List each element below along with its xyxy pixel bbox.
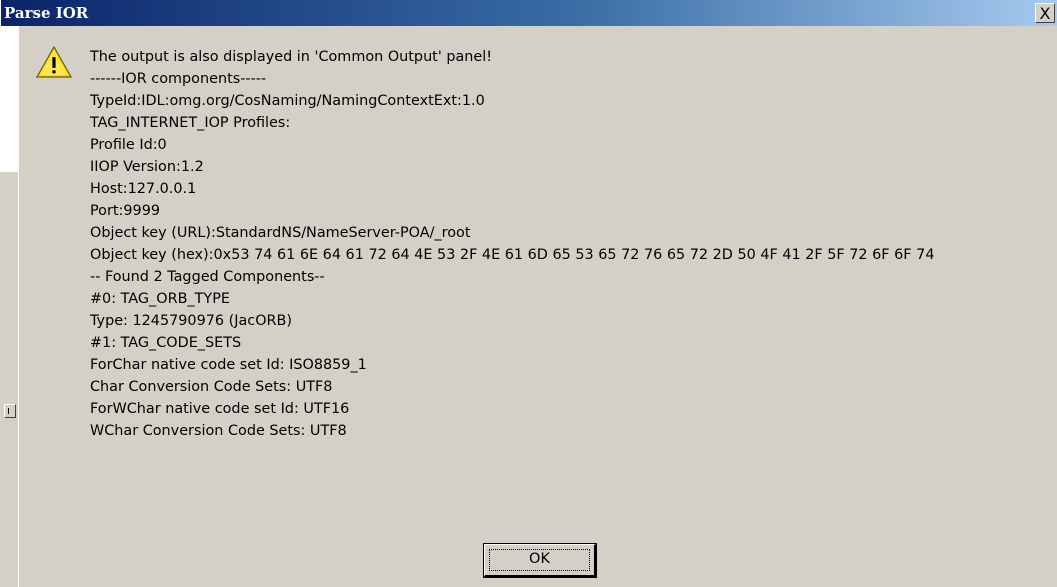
background-scroll-button[interactable] [4, 404, 16, 418]
message-line: Type: 1245790976 (JacORB) [90, 313, 293, 329]
message-line: Host:127.0.0.1 [90, 181, 197, 197]
message-line: -- Found 2 Tagged Components-- [90, 269, 325, 285]
background-window [0, 172, 19, 587]
message-line: ------IOR components----- [90, 71, 267, 87]
parse-ior-dialog: Parse IOR X The output is also displayed… [1, 0, 1057, 587]
message-text: The output is also displayed in 'Common … [90, 46, 1055, 442]
message-line: WChar Conversion Code Sets: UTF8 [90, 423, 347, 439]
close-icon: X [1039, 4, 1051, 23]
message-line: #1: TAG_CODE_SETS [90, 335, 242, 351]
message-line: ForWChar native code set Id: UTF16 [90, 401, 350, 417]
message-line: Object key (URL):StandardNS/NameServer-P… [90, 225, 471, 241]
title-bar[interactable]: Parse IOR X [1, 0, 1057, 26]
message-line: #0: TAG_ORB_TYPE [90, 291, 230, 307]
ok-button[interactable]: OK [483, 543, 597, 578]
window-title: Parse IOR [4, 4, 89, 22]
message-line: ForChar native code set Id: ISO8859_1 [90, 357, 367, 373]
screen: Parse IOR X The output is also displayed… [0, 0, 1057, 587]
ok-button-label: OK [529, 551, 550, 567]
message-line: The output is also displayed in 'Common … [90, 49, 493, 65]
message-line: TypeId:IDL:omg.org/CosNaming/NamingConte… [90, 93, 485, 109]
message-line: TAG_INTERNET_IOP Profiles: [90, 115, 291, 131]
close-button[interactable]: X [1035, 3, 1055, 23]
message-line: IIOP Version:1.2 [90, 159, 204, 175]
message-line: Profile Id:0 [90, 137, 167, 153]
message-line: Char Conversion Code Sets: UTF8 [90, 379, 333, 395]
message-line: Object key (hex):0x53 74 61 6E 64 61 72 … [90, 247, 935, 263]
message-line: Port:9999 [90, 203, 160, 219]
warning-triangle-icon [36, 46, 72, 78]
